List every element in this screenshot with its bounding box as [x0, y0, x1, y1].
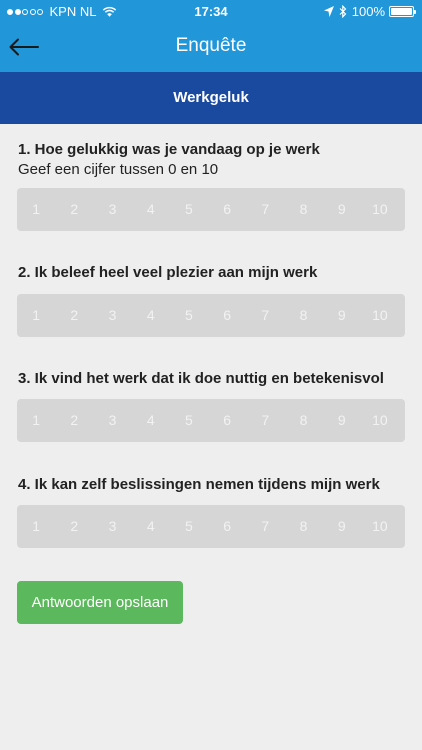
rating-option-2[interactable]: 2	[55, 294, 93, 337]
rating-scale-3: 1 2 3 4 5 6 7 8 9 10	[17, 399, 405, 442]
save-answers-button[interactable]: Antwoorden opslaan	[17, 581, 183, 624]
rating-option-3[interactable]: 3	[93, 294, 131, 337]
battery-icon	[389, 6, 416, 17]
rating-option-8[interactable]: 8	[284, 188, 322, 231]
question-3: 3. Ik vind het werk dat ik doe nuttig en…	[18, 370, 408, 387]
status-right: 100%	[323, 4, 416, 19]
question-title: 1. Hoe gelukkig was je vandaag op je wer…	[18, 141, 320, 158]
rating-option-4[interactable]: 4	[132, 505, 170, 548]
rating-option-4[interactable]: 4	[132, 294, 170, 337]
status-bar: KPN NL 17:34 100%	[0, 0, 422, 22]
question-4: 4. Ik kan zelf beslissingen nemen tijden…	[18, 476, 408, 493]
rating-scale-2: 1 2 3 4 5 6 7 8 9 10	[17, 294, 405, 337]
rating-option-7[interactable]: 7	[246, 399, 284, 442]
rating-scale-4: 1 2 3 4 5 6 7 8 9 10	[17, 505, 405, 548]
rating-option-4[interactable]: 4	[132, 188, 170, 231]
question-title: 2. Ik beleef heel veel plezier aan mijn …	[18, 264, 318, 281]
bluetooth-icon	[339, 5, 347, 18]
rating-option-6[interactable]: 6	[208, 399, 246, 442]
rating-option-5[interactable]: 5	[170, 399, 208, 442]
rating-option-2[interactable]: 2	[55, 399, 93, 442]
rating-option-8[interactable]: 8	[284, 399, 322, 442]
rating-option-7[interactable]: 7	[246, 294, 284, 337]
rating-option-10[interactable]: 10	[361, 294, 399, 337]
rating-option-1[interactable]: 1	[17, 188, 55, 231]
rating-option-7[interactable]: 7	[246, 505, 284, 548]
rating-scale-1: 1 2 3 4 5 6 7 8 9 10	[17, 188, 405, 231]
rating-option-9[interactable]: 9	[323, 505, 361, 548]
rating-option-3[interactable]: 3	[93, 399, 131, 442]
question-title: 3. Ik vind het werk dat ik doe nuttig en…	[18, 370, 384, 387]
rating-option-10[interactable]: 10	[361, 505, 399, 548]
rating-option-9[interactable]: 9	[323, 399, 361, 442]
section-header: Werkgeluk	[0, 72, 422, 124]
rating-option-7[interactable]: 7	[246, 188, 284, 231]
rating-option-8[interactable]: 8	[284, 294, 322, 337]
location-icon	[323, 6, 334, 17]
nav-bar: Enquête	[0, 22, 422, 72]
question-subtitle: Geef een cijfer tussen 0 en 10	[18, 161, 219, 178]
rating-option-3[interactable]: 3	[93, 505, 131, 548]
rating-option-10[interactable]: 10	[361, 399, 399, 442]
rating-option-5[interactable]: 5	[170, 505, 208, 548]
question-1: 1. Hoe gelukkig was je vandaag op je wer…	[18, 141, 408, 178]
rating-option-8[interactable]: 8	[284, 505, 322, 548]
question-title: 4. Ik kan zelf beslissingen nemen tijden…	[18, 476, 380, 493]
rating-option-10[interactable]: 10	[361, 188, 399, 231]
rating-option-6[interactable]: 6	[208, 294, 246, 337]
battery-percentage: 100%	[351, 4, 385, 19]
rating-option-9[interactable]: 9	[323, 294, 361, 337]
page-title: Enquête	[175, 35, 247, 56]
rating-option-2[interactable]: 2	[55, 505, 93, 548]
question-2: 2. Ik beleef heel veel plezier aan mijn …	[18, 264, 408, 281]
rating-option-5[interactable]: 5	[170, 188, 208, 231]
rating-option-2[interactable]: 2	[55, 188, 93, 231]
rating-option-1[interactable]: 1	[17, 294, 55, 337]
rating-option-5[interactable]: 5	[170, 294, 208, 337]
rating-option-4[interactable]: 4	[132, 399, 170, 442]
rating-option-6[interactable]: 6	[208, 505, 246, 548]
rating-option-6[interactable]: 6	[208, 188, 246, 231]
rating-option-9[interactable]: 9	[323, 188, 361, 231]
rating-option-1[interactable]: 1	[17, 505, 55, 548]
rating-option-3[interactable]: 3	[93, 188, 131, 231]
rating-option-1[interactable]: 1	[17, 399, 55, 442]
